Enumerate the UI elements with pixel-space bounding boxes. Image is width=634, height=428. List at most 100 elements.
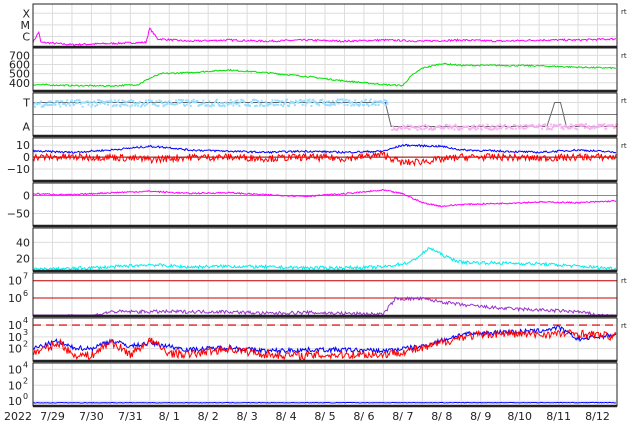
data-point [305,102,308,105]
data-point [251,101,254,104]
y-tick-exponent: 7 [23,272,28,281]
data-point [120,103,123,106]
data-point [192,98,195,101]
data-point [259,103,262,106]
data-point [524,127,527,130]
data-point [137,104,140,107]
data-point [208,100,211,103]
data-point [423,128,426,131]
data-point [592,124,595,127]
x-tick-label: 8/ 1 [159,410,180,423]
data-point [270,101,273,104]
data-point [312,98,315,101]
data-point [66,99,69,102]
data-point [511,127,514,130]
data-point [367,104,370,107]
data-point [475,125,478,128]
data-point [300,100,303,103]
data-point [133,102,136,105]
data-point [286,98,289,101]
x-tick-label: 8/ 3 [237,410,258,423]
data-point [86,100,89,103]
data-point [284,101,287,104]
x-tick-label: 8/10 [507,410,532,423]
panel-imf-bz-bt: 100−10rt [7,137,627,183]
data-point [351,101,354,104]
data-point [234,100,237,103]
data-point [75,99,78,102]
data-point [191,101,194,104]
data-point [282,105,285,108]
data-point [255,104,258,107]
data-point [373,100,376,103]
data-point [58,102,61,105]
data-point [434,128,437,131]
data-point [168,99,171,102]
data-point [210,105,213,108]
data-point [447,127,450,130]
x-tick-label: 8/ 2 [198,410,219,423]
year-label: 2022 [4,410,32,423]
data-point [445,123,448,126]
data-point [514,127,517,130]
data-point [161,102,164,105]
data-point [154,104,157,107]
data-point [541,127,544,130]
data-point [562,128,565,131]
data-point [72,103,75,106]
y-tick-exponent: 6 [23,289,28,298]
data-point [333,103,336,106]
data-point [576,128,579,131]
data-point [121,99,124,102]
rt-label: rt [621,142,627,150]
data-point [183,104,186,107]
data-point [418,125,421,128]
data-point [537,126,540,129]
data-point [178,98,181,101]
data-point [103,101,106,104]
data-point [238,104,241,107]
data-point [430,126,433,129]
data-point [249,104,252,107]
data-point [265,102,268,105]
data-point [132,99,135,102]
data-point [497,124,500,127]
data-point [549,123,552,126]
data-point [216,102,219,105]
data-point [490,128,493,131]
data-point [327,100,330,103]
data-point [53,102,56,105]
data-point [113,99,116,102]
y-tick-label: 10 [8,275,22,288]
data-point [364,98,367,101]
space-weather-chart: XMCrt700600500400rtTArt100−10rt0−5040201… [4,3,627,423]
data-point [574,127,577,130]
data-point [485,127,488,130]
data-point [73,100,76,103]
y-tick-exponent: 2 [23,340,28,349]
data-point [233,102,236,105]
data-point [400,127,403,130]
data-point [196,99,199,102]
data-point [612,124,615,127]
data-point [330,103,333,106]
series-flux [32,401,617,404]
data-point [146,101,149,104]
x-tick-label: 7/29 [40,410,65,423]
data-point [201,102,204,105]
data-point [274,99,277,102]
data-point [408,128,411,131]
data-point [306,99,309,102]
y-tick-label: 10 [8,343,22,356]
data-point [325,100,328,103]
data-point [39,100,42,103]
data-point [350,104,353,107]
data-point [545,128,548,131]
data-point [184,99,187,102]
data-point [219,102,222,105]
data-point [163,104,166,107]
data-point [346,104,349,107]
data-point [353,104,356,107]
y-tick-label: C [22,31,30,44]
data-point [548,127,551,130]
